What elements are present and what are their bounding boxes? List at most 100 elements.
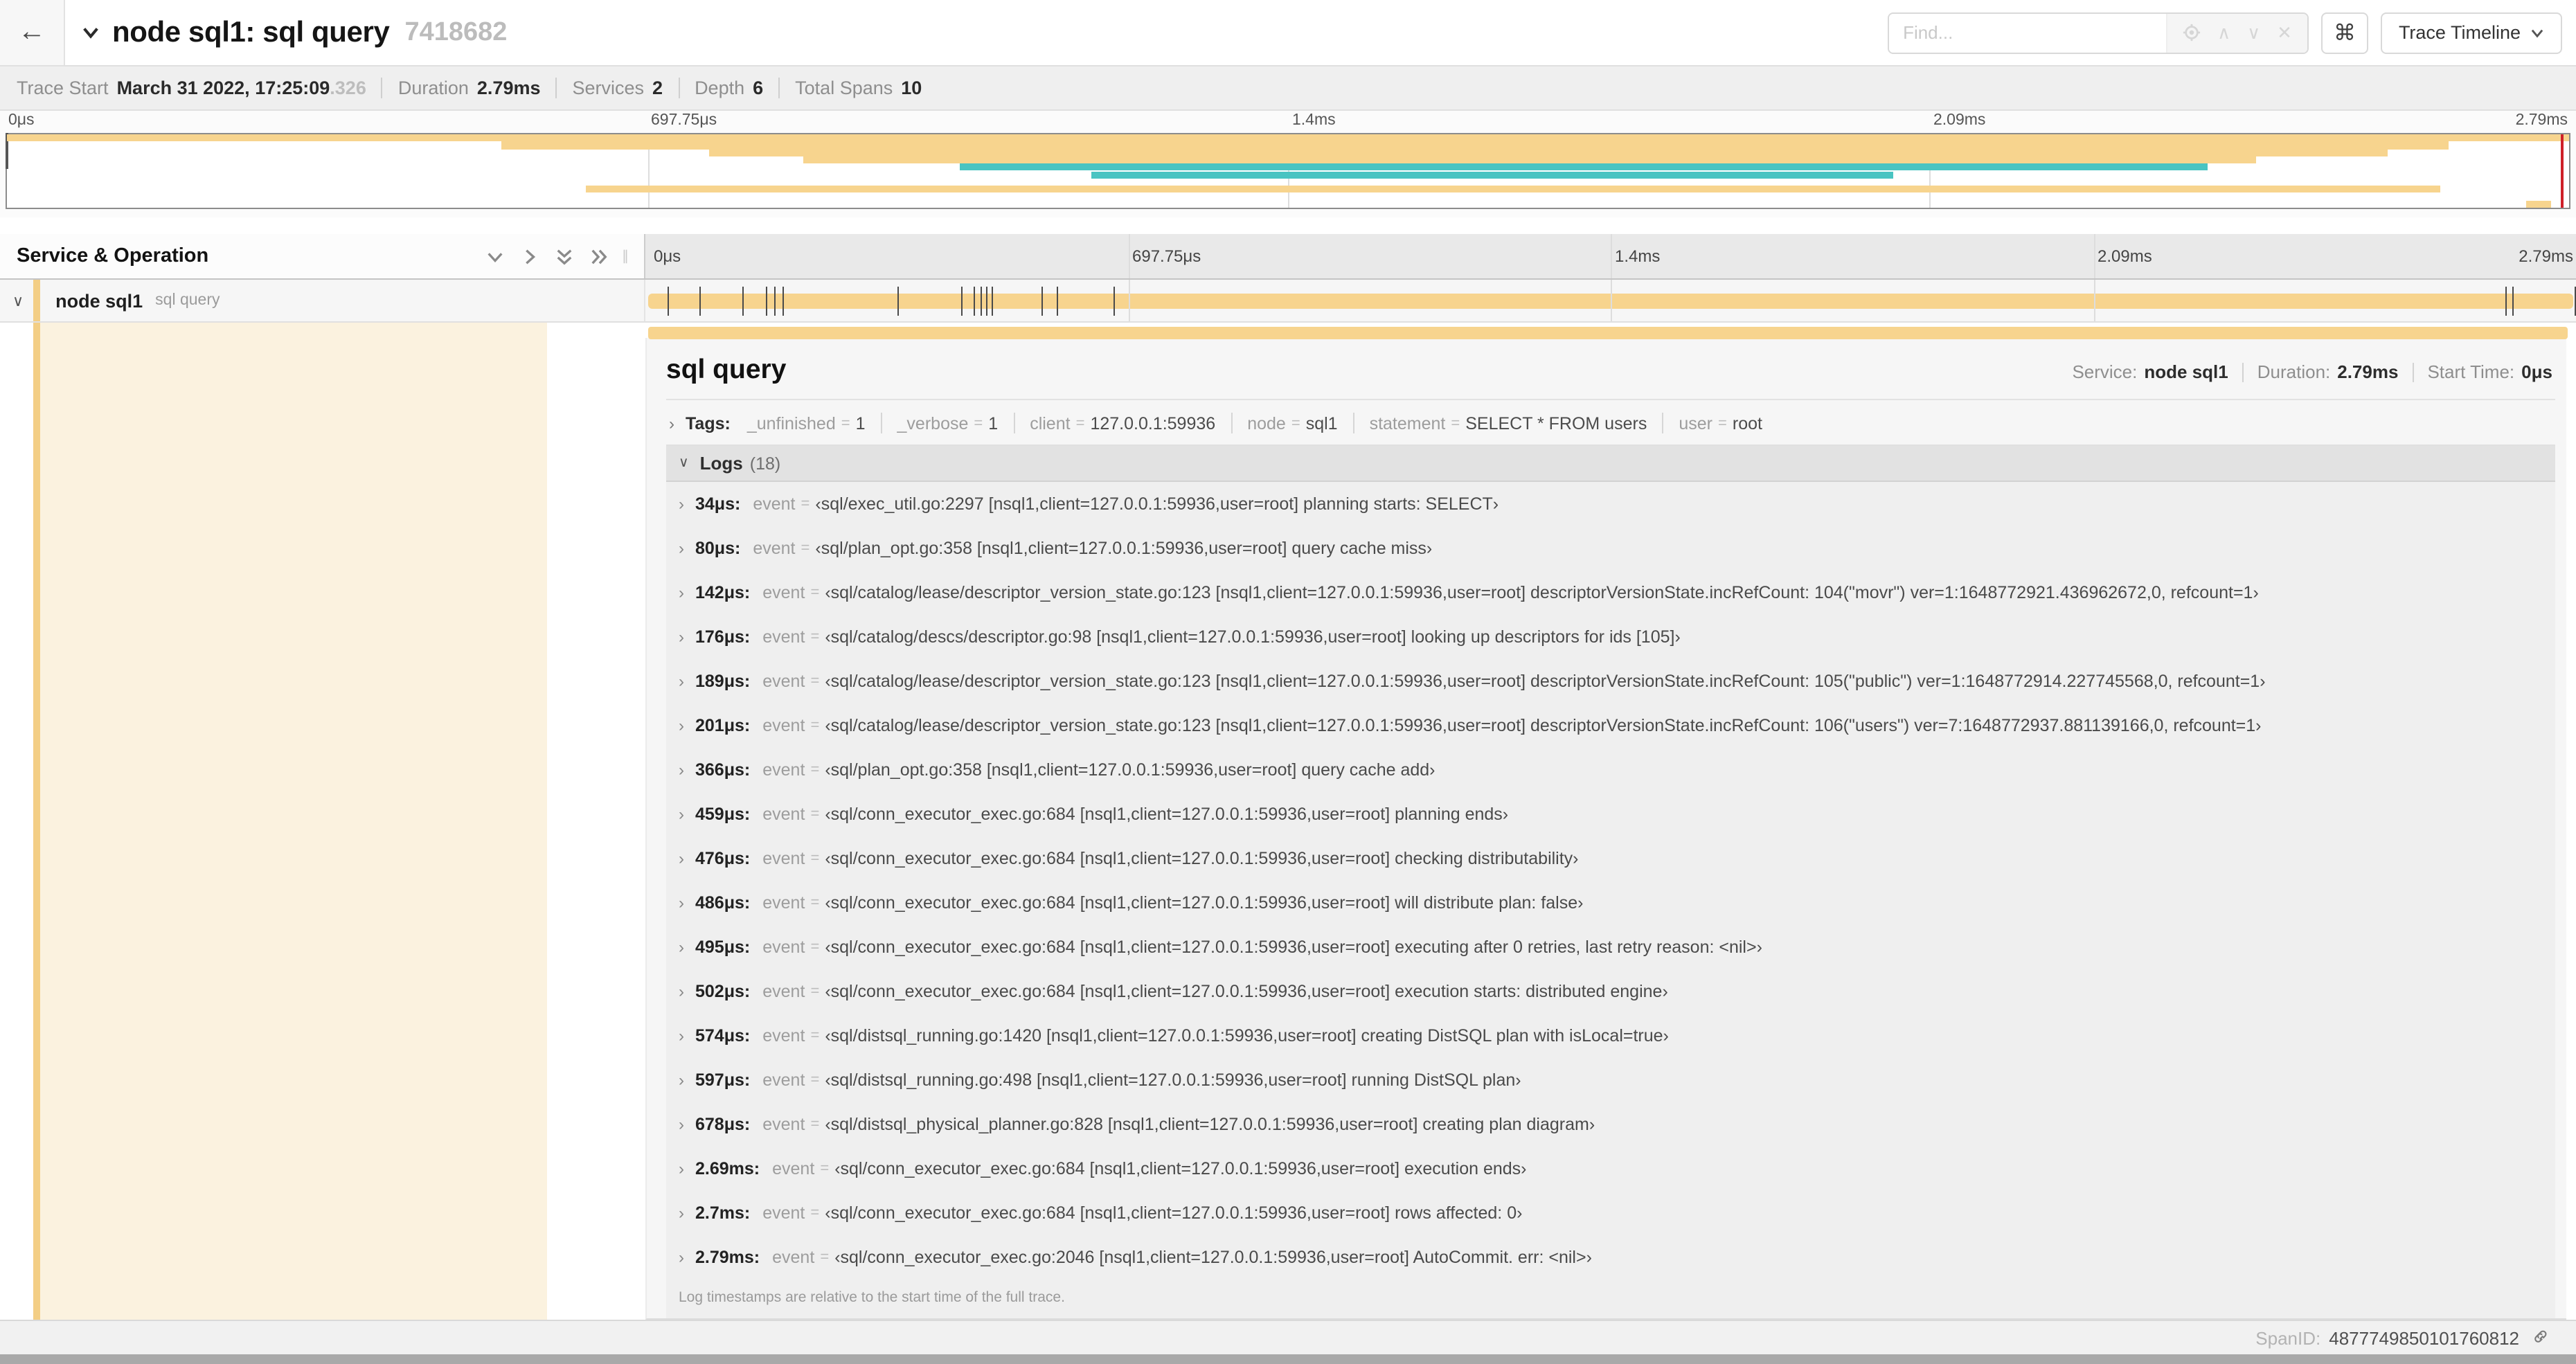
expand-all-icon[interactable] — [590, 247, 608, 265]
chevron-right-icon[interactable]: › — [679, 627, 684, 647]
collapse-one-level-icon[interactable] — [486, 247, 504, 265]
link-icon[interactable] — [2532, 1328, 2551, 1347]
span-name-cell[interactable]: ∨ node sql1 sql query — [0, 280, 645, 321]
equals-sign: = — [800, 496, 810, 512]
expand-one-level-icon[interactable] — [521, 247, 539, 265]
chevron-right-icon[interactable]: › — [679, 583, 684, 602]
log-field-value: ‹sql/distsql_running.go:498 [nsql1,clien… — [825, 1070, 1521, 1090]
log-field-value: ‹sql/conn_executor_exec.go:684 [nsql1,cl… — [825, 937, 1762, 957]
span-operation-title: sql query — [666, 355, 787, 385]
log-timestamp: 459μs: — [695, 805, 751, 824]
log-row[interactable]: › 2.69ms: event = ‹sql/conn_executor_exec.go… — [666, 1147, 2555, 1191]
log-field-key: event — [762, 716, 805, 735]
meta-label: Total Spans — [795, 78, 893, 98]
chevron-right-icon[interactable]: › — [679, 937, 684, 957]
chevron-right-icon[interactable]: › — [679, 539, 684, 558]
log-row[interactable]: › 2.79ms: event = ‹sql/conn_executor_exec.go… — [666, 1235, 2555, 1280]
logs-footnote: Log timestamps are relative to the start… — [679, 1289, 1065, 1306]
log-row[interactable]: › 574μs: event = ‹sql/distsql_running.go:142… — [666, 1014, 2555, 1058]
log-field-key: event — [772, 1159, 815, 1178]
log-timestamp: 486μs: — [695, 893, 751, 913]
service-color-strip — [33, 280, 41, 321]
chevron-right-icon[interactable]: › — [679, 1070, 684, 1090]
span-row-node-sql1[interactable]: ∨ node sql1 sql query — [0, 280, 2576, 323]
next-result-icon[interactable]: ∨ — [2247, 24, 2260, 42]
chevron-right-icon[interactable]: › — [679, 760, 684, 780]
log-row[interactable]: › 678μs: event = ‹sql/distsql_physical_plann… — [666, 1102, 2555, 1147]
log-row[interactable]: › 201μs: event = ‹sql/catalog/lease/descript… — [666, 703, 2555, 748]
log-row[interactable]: › 366μs: event = ‹sql/plan_opt.go:358 [nsql1… — [666, 748, 2555, 792]
chevron-right-icon[interactable]: › — [679, 893, 684, 913]
chevron-right-icon[interactable]: › — [679, 494, 684, 514]
chevron-right-icon[interactable]: › — [679, 805, 684, 824]
view-selector-dropdown[interactable]: Trace Timeline — [2380, 12, 2562, 53]
meta-value-suffix: .326 — [330, 78, 366, 98]
chevron-right-icon[interactable]: › — [679, 672, 684, 691]
chevron-right-icon[interactable]: › — [679, 716, 684, 735]
meta-label: Depth — [695, 78, 745, 98]
chevron-down-icon: ∨ — [679, 456, 689, 471]
span-detail-meta: Service: node sql1 Duration: 2.79ms Star… — [2072, 361, 2552, 382]
collapse-trace-chevron-icon[interactable] — [82, 24, 100, 42]
log-row[interactable]: › 476μs: event = ‹sql/conn_executor_exec.go:… — [666, 836, 2555, 881]
chevron-right-icon[interactable]: › — [679, 982, 684, 1001]
minimap-span-bar — [960, 163, 2208, 171]
log-row[interactable]: › 486μs: event = ‹sql/conn_executor_exec.go:… — [666, 881, 2555, 925]
ruler-tick-label: 1.4ms — [1292, 112, 1336, 129]
equals-sign: = — [810, 673, 820, 690]
log-row[interactable]: › 176μs: event = ‹sql/catalog/descs/descript… — [666, 615, 2555, 659]
timeline-minimap[interactable]: 0μs 697.75μs 1.4ms 2.09ms 2.79ms — [0, 111, 2576, 217]
prev-result-icon[interactable]: ∧ — [2217, 24, 2230, 42]
tags-list: _unfinished = 1 _verbose = 1 client = 127.0.0.1:… — [747, 413, 1762, 433]
start-time-value: 0μs — [2521, 361, 2552, 382]
meta-label: Services — [572, 78, 645, 98]
span-id-value: 4877749850101760812 — [2329, 1327, 2519, 1348]
column-resizer-grip[interactable]: ∥ — [622, 249, 630, 264]
minimap-scrubber[interactable] — [6, 133, 2570, 209]
service-operation-title: Service & Operation — [17, 245, 209, 267]
meta-item: Duration 2.79ms — [398, 78, 541, 98]
chevron-right-icon[interactable]: › — [679, 1115, 684, 1134]
tag-key: _verbose — [897, 413, 969, 433]
log-row[interactable]: › 459μs: event = ‹sql/conn_executor_exec.go:… — [666, 792, 2555, 836]
log-marker-tick — [1057, 287, 1059, 316]
back-arrow-icon: ← — [18, 17, 46, 47]
log-row[interactable]: › 2.7ms: event = ‹sql/conn_executor_exec.go:… — [666, 1191, 2555, 1235]
collapse-all-icon[interactable] — [555, 247, 573, 265]
keyboard-shortcuts-button[interactable]: ⌘ — [2320, 12, 2368, 53]
start-time-label: Start Time: — [2427, 361, 2515, 382]
log-row[interactable]: › 80μs: event = ‹sql/plan_opt.go:358 [nsql1,… — [666, 526, 2555, 571]
span-bar-cell[interactable] — [645, 280, 2576, 321]
log-row[interactable]: › 495μs: event = ‹sql/conn_executor_exec.go:… — [666, 925, 2555, 969]
log-row[interactable]: › 189μs: event = ‹sql/catalog/lease/descript… — [666, 659, 2555, 703]
trace-viewer-app: ← node sql1: sql query 7418682 ∧ ∨ ✕ ⌘ T… — [0, 0, 2576, 1364]
log-row[interactable]: › 597μs: event = ‹sql/distsql_running.go:498… — [666, 1058, 2555, 1102]
chevron-right-icon[interactable]: › — [679, 1026, 684, 1046]
span-detail-header: sql query Service: node sql1 Duration: 2… — [666, 349, 2555, 386]
clear-search-icon[interactable]: ✕ — [2277, 24, 2292, 42]
back-button[interactable]: ← — [0, 0, 65, 65]
divider — [381, 78, 383, 98]
logs-header[interactable]: ∨ Logs (18) — [666, 446, 2555, 482]
tags-row[interactable]: › Tags: _unfinished = 1 _verbose = 1 client = 12… — [666, 400, 2555, 445]
detail-span-bar[interactable] — [648, 327, 2568, 339]
log-field-value: ‹sql/catalog/lease/descriptor_version_st… — [825, 672, 2266, 691]
service-operation-header: Service & Operation ∥ — [0, 234, 645, 278]
chevron-right-icon[interactable]: › — [679, 1159, 684, 1178]
log-row[interactable]: › 142μs: event = ‹sql/catalog/lease/descript… — [666, 571, 2555, 615]
chevron-right-icon[interactable]: › — [679, 849, 684, 868]
chevron-right-icon[interactable]: › — [679, 1203, 684, 1223]
chevron-down-icon — [2531, 28, 2543, 37]
meta-item: Trace Start March 31 2022, 17:25:09.326 — [17, 78, 366, 98]
focus-icon[interactable] — [2183, 24, 2201, 42]
tag-value: sql1 — [1305, 413, 1338, 433]
find-input[interactable] — [1889, 13, 2167, 52]
log-row[interactable]: › 34μs: event = ‹sql/exec_util.go:2297 [nsql… — [666, 482, 2555, 526]
chevron-down-icon[interactable]: ∨ — [12, 291, 24, 309]
chevron-right-icon[interactable]: › — [679, 1248, 684, 1267]
log-field-key: event — [762, 1203, 805, 1223]
log-marker-tick — [973, 287, 975, 316]
minimap-span-bar — [708, 149, 2388, 156]
chevron-right-icon[interactable]: › — [669, 413, 674, 433]
log-row[interactable]: › 502μs: event = ‹sql/conn_executor_exec.go:… — [666, 969, 2555, 1014]
